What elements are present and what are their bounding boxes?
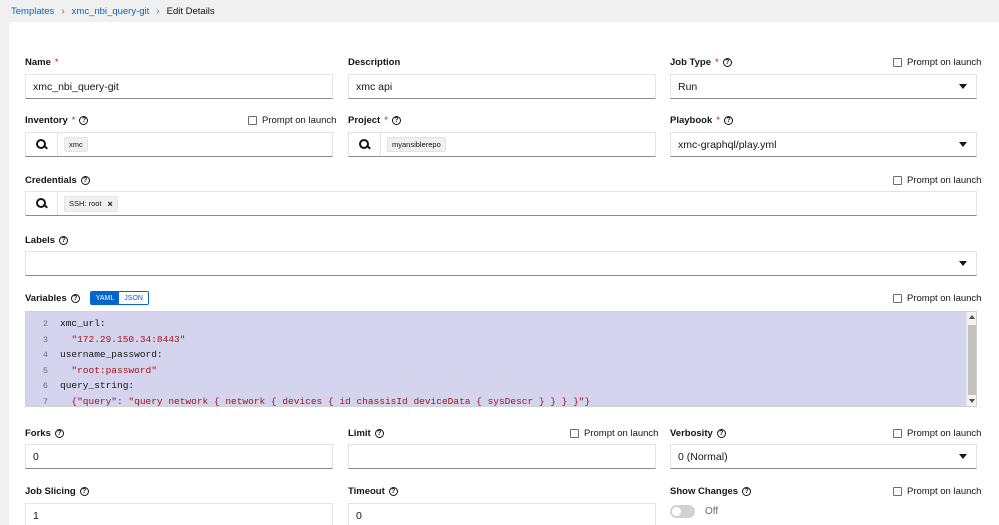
- job-type-prompt-checkbox[interactable]: Prompt on launch: [893, 57, 981, 68]
- credentials-search-button[interactable]: [26, 192, 58, 215]
- json-toggle-button[interactable]: JSON: [119, 292, 148, 304]
- search-icon: [36, 139, 47, 150]
- inventory-search-button[interactable]: [26, 133, 58, 156]
- playbook-label: Playbook *: [670, 115, 733, 126]
- code-line: 4 username_password:: [42, 349, 163, 360]
- code-line: 7 {"query": "query network { network { d…: [42, 396, 591, 407]
- breadcrumb-template-link[interactable]: xmc_nbi_query-git: [72, 6, 150, 17]
- help-icon[interactable]: [374, 429, 384, 438]
- breadcrumb-current: Edit Details: [166, 5, 215, 17]
- forks-label: Forks: [25, 428, 64, 439]
- variables-code-editor[interactable]: 2 xmc_url: 3 "172.29.150.34:8443" 4 userna…: [25, 311, 977, 407]
- variables-format-toggle: YAML JSON: [89, 291, 149, 305]
- caret-down-icon: [959, 261, 967, 266]
- breadcrumb: Templates › xmc_nbi_query-git › Edit Det…: [11, 5, 215, 17]
- inventory-label: Inventory *: [25, 115, 89, 126]
- help-icon[interactable]: [391, 116, 401, 125]
- scrollbar-thumb[interactable]: [968, 325, 976, 395]
- search-icon: [359, 139, 370, 150]
- description-label: Description: [348, 57, 401, 68]
- show-changes-label: Show Changes: [670, 486, 752, 497]
- inventory-prompt-checkbox[interactable]: Prompt on launch: [248, 115, 336, 126]
- limit-label: Limit: [348, 428, 384, 439]
- name-label: Name *: [25, 57, 59, 68]
- verbosity-select[interactable]: 0 (Normal): [670, 444, 977, 469]
- name-input[interactable]: xmc_nbi_query-git: [25, 74, 333, 99]
- help-icon[interactable]: [54, 429, 64, 438]
- job-type-select[interactable]: Run: [670, 74, 977, 99]
- help-icon[interactable]: [388, 487, 398, 496]
- credentials-prompt-checkbox[interactable]: Prompt on launch: [893, 175, 981, 186]
- help-icon[interactable]: [80, 176, 90, 185]
- checkbox-icon[interactable]: [893, 294, 902, 303]
- toggle-switch[interactable]: [670, 505, 695, 518]
- project-chip: myansiblerepo: [387, 137, 446, 152]
- help-icon[interactable]: [742, 487, 752, 496]
- labels-label: Labels: [25, 235, 69, 246]
- playbook-select[interactable]: xmc-graphql/play.yml: [670, 132, 977, 157]
- checkbox-icon[interactable]: [893, 176, 902, 185]
- caret-down-icon: [959, 142, 967, 147]
- breadcrumb-chevron-icon: ›: [61, 5, 65, 17]
- breadcrumb-templates-link[interactable]: Templates: [11, 6, 54, 17]
- code-line: 3 "172.29.150.34:8443": [42, 334, 186, 345]
- code-line: 5 "root:password": [42, 365, 157, 376]
- code-line: 2 xmc_url:: [42, 318, 106, 329]
- project-label: Project *: [348, 115, 401, 126]
- caret-down-icon: [959, 84, 967, 89]
- help-icon[interactable]: [59, 236, 69, 245]
- timeout-input[interactable]: 0: [348, 503, 656, 525]
- toggle-knob: [672, 507, 681, 516]
- help-icon[interactable]: [723, 116, 733, 125]
- checkbox-icon[interactable]: [893, 429, 902, 438]
- show-changes-prompt-checkbox[interactable]: Prompt on launch: [893, 486, 981, 497]
- checkbox-icon[interactable]: [893, 487, 902, 496]
- verbosity-label: Verbosity: [670, 428, 726, 439]
- show-changes-state: Off: [705, 506, 719, 517]
- scroll-down-icon[interactable]: [969, 399, 975, 403]
- inventory-lookup: xmc: [25, 132, 333, 157]
- job-slicing-input[interactable]: 1: [25, 503, 333, 525]
- variables-label: Variables YAML JSON: [25, 291, 149, 305]
- help-icon[interactable]: [79, 487, 89, 496]
- project-lookup: myansiblerepo: [348, 132, 656, 157]
- description-input[interactable]: xmc api: [348, 74, 656, 99]
- code-line: 6 query_string:: [42, 380, 135, 391]
- timeout-label: Timeout: [348, 486, 398, 497]
- help-icon[interactable]: [79, 116, 89, 125]
- inventory-chip: xmc: [64, 137, 88, 152]
- forks-input[interactable]: 0: [25, 444, 333, 469]
- help-icon[interactable]: [716, 429, 726, 438]
- credentials-label: Credentials: [25, 175, 90, 186]
- project-search-button[interactable]: [349, 133, 381, 156]
- credentials-lookup: SSH: root ×: [25, 191, 977, 216]
- help-icon[interactable]: [722, 58, 732, 67]
- yaml-toggle-button[interactable]: YAML: [90, 292, 120, 304]
- job-type-label: Job Type *: [670, 57, 732, 68]
- edit-form-card: Name * xmc_nbi_query-git Description xmc …: [9, 22, 999, 525]
- limit-input[interactable]: [348, 444, 656, 469]
- variables-prompt-checkbox[interactable]: Prompt on launch: [893, 293, 981, 304]
- job-slicing-label: Job Slicing: [25, 486, 89, 497]
- breadcrumb-chevron-icon: ›: [156, 5, 160, 17]
- caret-down-icon: [959, 454, 967, 459]
- editor-scrollbar[interactable]: [966, 312, 976, 406]
- scroll-up-icon[interactable]: [969, 315, 975, 319]
- verbosity-prompt-checkbox[interactable]: Prompt on launch: [893, 428, 981, 439]
- credential-chip: SSH: root ×: [64, 195, 118, 212]
- limit-prompt-checkbox[interactable]: Prompt on launch: [570, 428, 658, 439]
- checkbox-icon[interactable]: [893, 58, 902, 67]
- show-changes-toggle[interactable]: Off: [670, 505, 718, 518]
- search-icon: [36, 198, 47, 209]
- checkbox-icon[interactable]: [570, 429, 579, 438]
- checkbox-icon[interactable]: [248, 116, 257, 125]
- help-icon[interactable]: [70, 293, 80, 303]
- remove-chip-icon[interactable]: ×: [108, 199, 113, 209]
- labels-select[interactable]: [25, 251, 977, 276]
